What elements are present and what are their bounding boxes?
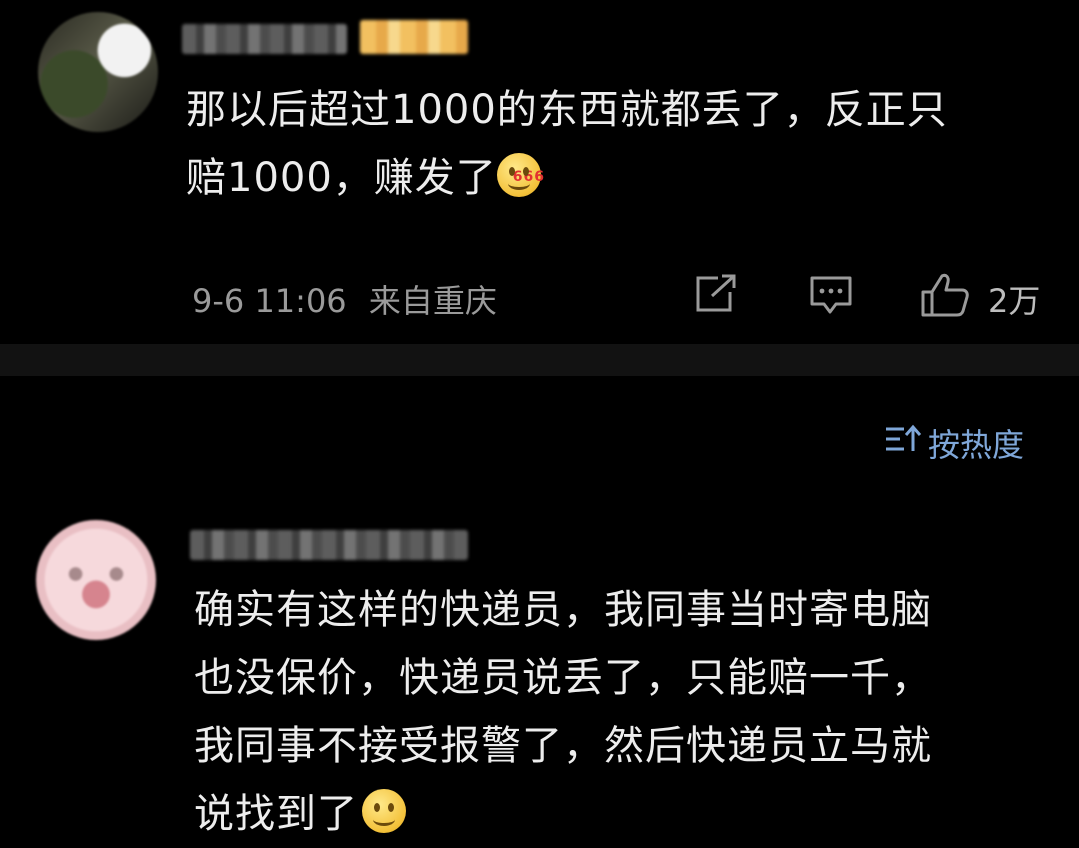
location: 来自重庆 [368,282,497,320]
like-icon[interactable] [920,272,970,318]
share-icon[interactable] [694,274,738,314]
666-thinking-emoji: 666 [496,153,544,197]
sort-label: 按热度 [928,426,1025,464]
comment-text: 那以后超过1000的东西就都丢了，反正只 赔1000，赚发了 666 [186,76,1046,212]
username-blurred[interactable] [182,24,347,54]
timestamp: 9-6 11:06 [192,282,347,320]
comment-meta: 9-6 11:06 来自重庆 [192,276,497,322]
comment-line: 确实有这样的快递员，我同事当时寄电脑 [194,587,932,633]
avatar[interactable] [38,12,158,132]
like-count: 2万 [988,282,1041,320]
avatar[interactable] [36,520,156,640]
smile-emoji [362,789,406,833]
sort-icon [884,423,922,463]
comment-line: 那以后超过1000的东西就都丢了，反正只 [186,87,948,133]
comment-line: 赔1000，赚发了 666 [186,144,1046,212]
comment-text: 确实有这样的快递员，我同事当时寄电脑 也没保价，快递员说丢了，只能赔一千， 我同… [194,576,1054,848]
comment-icon[interactable] [808,274,854,316]
user-badge-blurred [360,20,468,54]
comment-line: 说找到了 [194,780,1054,848]
section-divider [0,344,1079,376]
comment-line-text: 赔1000，赚发了 [186,155,497,201]
comment-line: 我同事不接受报警了，然后快递员立马就 [194,723,932,769]
username-blurred[interactable] [190,530,468,560]
sort-button[interactable]: 按热度 [884,420,1024,466]
comment-line-text: 说找到了 [194,791,358,837]
comment-line: 也没保价，快递员说丢了，只能赔一千， [194,655,932,701]
